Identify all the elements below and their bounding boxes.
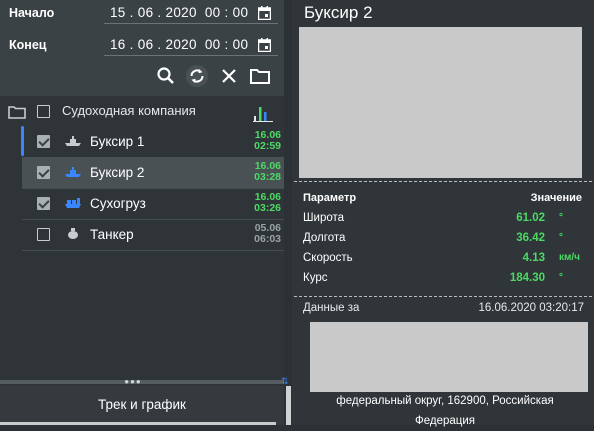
cargo-ship-icon bbox=[65, 198, 81, 208]
end-date-input[interactable]: 16 . 06 . 2020 00 : 00 bbox=[110, 37, 248, 52]
sort-icon[interactable]: ⇅ bbox=[281, 376, 289, 386]
param-row: Скорость 4.13 км/ч bbox=[303, 252, 587, 272]
param-header: Параметр bbox=[303, 192, 357, 204]
param-name: Широта bbox=[303, 212, 345, 224]
ship-row[interactable]: Танкер 05.06 06:03 bbox=[22, 219, 284, 251]
last-seen-time: 06:03 bbox=[254, 233, 281, 245]
divider bbox=[294, 296, 592, 297]
tanker-icon bbox=[68, 228, 78, 239]
left-panel: Начало 15 . 06 . 2020 00 : 00 Конец 16 .… bbox=[0, 0, 292, 425]
panel-splitter[interactable] bbox=[0, 380, 284, 384]
param-unit: ° bbox=[559, 232, 563, 243]
toolbar bbox=[0, 64, 284, 88]
start-date-input[interactable]: 15 . 06 . 2020 00 : 00 bbox=[110, 5, 248, 20]
param-row: Курс 184.30 ° bbox=[303, 272, 587, 292]
ship-row[interactable]: Сухогруз 16.06 03:26 bbox=[22, 188, 284, 220]
ship-checkbox[interactable] bbox=[37, 166, 50, 179]
param-unit: ° bbox=[559, 212, 563, 223]
group-label: Судоходная компания bbox=[62, 103, 196, 118]
last-seen-time: 03:26 bbox=[254, 202, 281, 214]
param-value: 184.30 bbox=[509, 272, 545, 284]
data-label: Данные за bbox=[303, 302, 360, 314]
ship-name: Танкер bbox=[90, 227, 134, 242]
last-seen-time: 02:59 bbox=[254, 140, 281, 152]
track-and-chart-button[interactable]: Трек и график bbox=[0, 386, 284, 425]
param-value: 36.42 bbox=[516, 232, 545, 244]
folder-icon[interactable] bbox=[8, 105, 26, 119]
tugboat-icon bbox=[65, 167, 81, 177]
start-row: Начало 15 . 06 . 2020 00 : 00 bbox=[0, 1, 284, 27]
start-underline bbox=[104, 23, 278, 24]
ship-name: Буксир 2 bbox=[90, 165, 145, 180]
scrollbar-thumb[interactable] bbox=[286, 386, 291, 425]
data-timestamp: 16.06.2020 03:20:17 bbox=[478, 302, 584, 314]
ship-name: Буксир 1 bbox=[90, 134, 145, 149]
chart-icon[interactable] bbox=[253, 102, 273, 122]
ship-checkbox[interactable] bbox=[37, 228, 50, 241]
value-header: Значение bbox=[530, 192, 582, 204]
vessel-title: Буксир 2 bbox=[304, 3, 373, 22]
drag-handle[interactable]: ●●● bbox=[124, 378, 142, 386]
param-name: Курс bbox=[303, 272, 328, 284]
param-name: Долгота bbox=[303, 232, 346, 244]
detail-panel: Буксир 2 Параметр Значение Широта 61.02 ° Д… bbox=[292, 0, 594, 427]
param-value: 61.02 bbox=[516, 212, 545, 224]
divider bbox=[294, 181, 592, 182]
vessel-photo bbox=[299, 27, 582, 178]
refresh-icon[interactable] bbox=[185, 64, 209, 88]
search-icon[interactable] bbox=[154, 64, 178, 88]
ship-row[interactable]: Буксир 1 16.06 02:59 bbox=[22, 126, 284, 158]
group-header: Судоходная компания bbox=[0, 96, 284, 126]
ship-name: Сухогруз bbox=[90, 196, 146, 211]
close-icon[interactable] bbox=[217, 64, 241, 88]
start-label: Начало bbox=[9, 6, 55, 20]
end-underline bbox=[104, 55, 278, 56]
calendar-icon[interactable] bbox=[258, 38, 271, 52]
param-unit: км/ч bbox=[559, 252, 580, 263]
param-row: Широта 61.02 ° bbox=[303, 212, 587, 232]
param-name: Скорость bbox=[303, 252, 353, 264]
date-filter: Начало 15 . 06 . 2020 00 : 00 Конец 16 .… bbox=[0, 0, 284, 96]
param-value: 4.13 bbox=[522, 252, 545, 264]
end-row: Конец 16 . 06 . 2020 00 : 00 bbox=[0, 33, 284, 59]
ship-checkbox[interactable] bbox=[37, 135, 50, 148]
folder-icon[interactable] bbox=[248, 64, 272, 88]
end-label: Конец bbox=[9, 38, 47, 52]
scroll-track[interactable] bbox=[284, 0, 292, 425]
map-image bbox=[310, 322, 588, 392]
param-unit: ° bbox=[559, 272, 563, 283]
track-and-chart-label: Трек и график bbox=[98, 397, 186, 412]
ship-checkbox[interactable] bbox=[37, 197, 50, 210]
tugboat-icon bbox=[65, 136, 81, 146]
selection-indicator bbox=[21, 126, 24, 156]
calendar-icon[interactable] bbox=[258, 6, 271, 20]
address-line-2: Федерация bbox=[414, 415, 476, 427]
group-checkbox[interactable] bbox=[37, 105, 50, 118]
last-seen-time: 03:28 bbox=[254, 171, 281, 183]
params-header: Параметр Значение bbox=[303, 192, 587, 212]
address-line-1: федеральный округ, 162900, Российская bbox=[336, 395, 554, 407]
param-row: Долгота 36.42 ° bbox=[303, 232, 587, 252]
ship-row[interactable]: Буксир 2 16.06 03:28 bbox=[22, 157, 284, 189]
address-text: федеральный округ, 162900, Российская Фе… bbox=[310, 391, 580, 431]
